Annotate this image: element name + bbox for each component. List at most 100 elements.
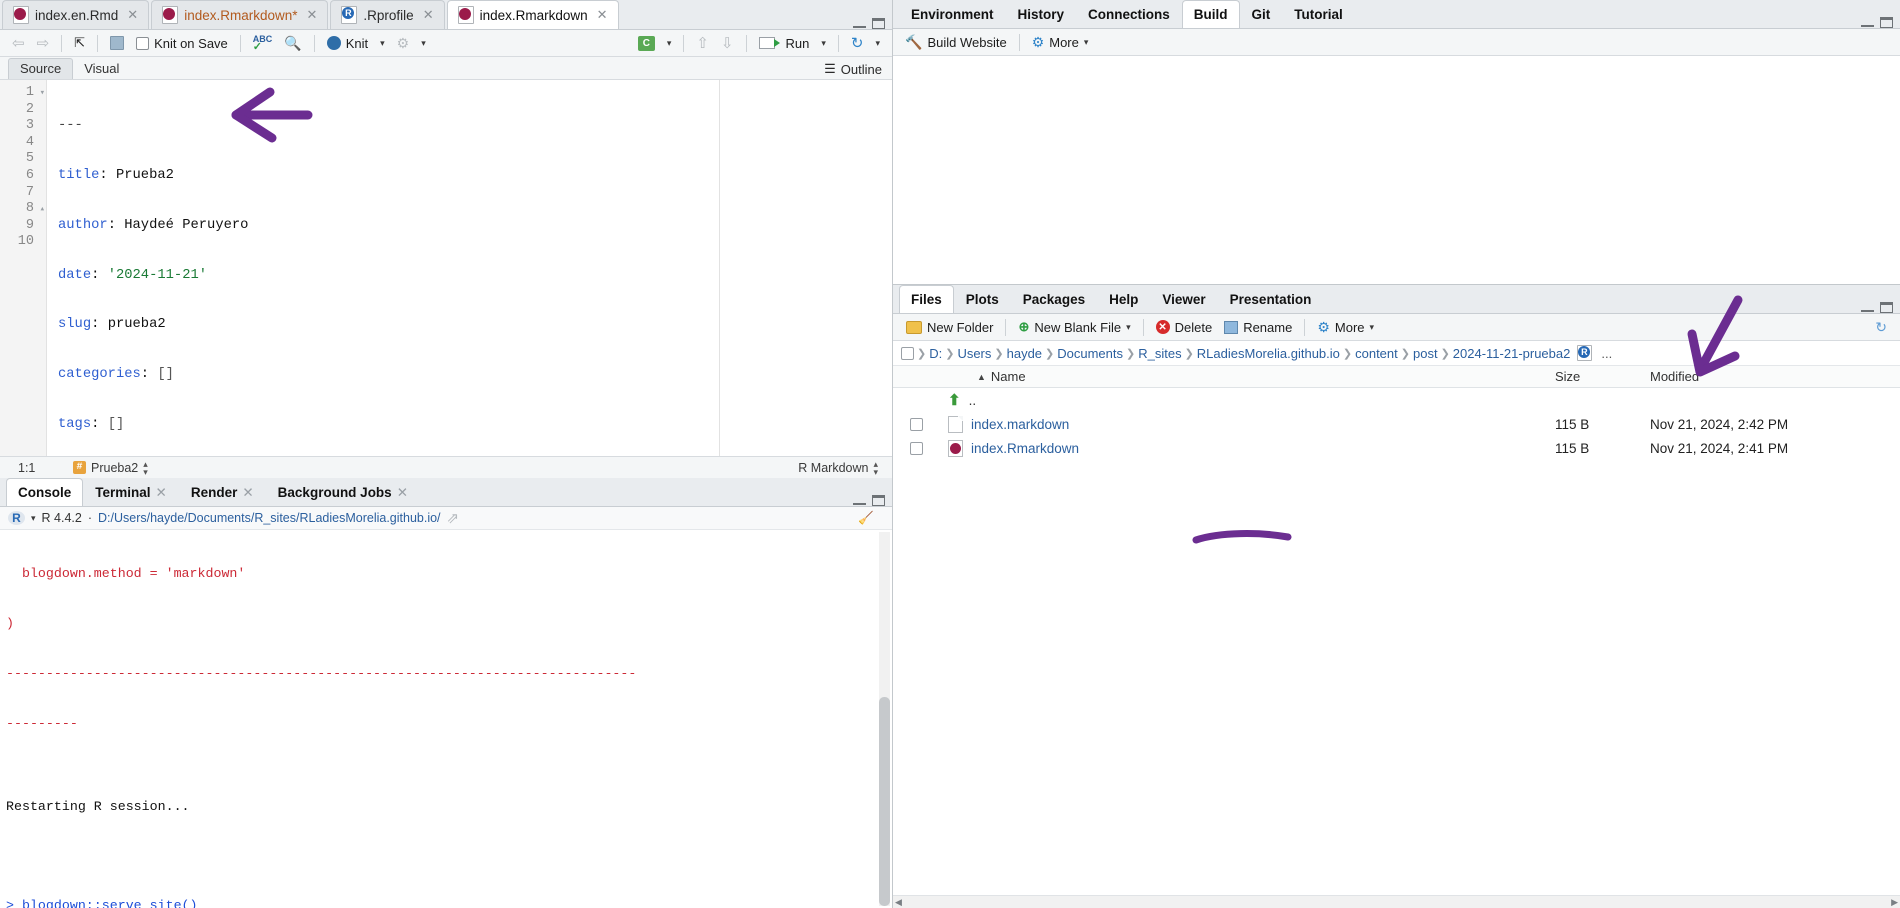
- tab-console[interactable]: Console: [6, 478, 84, 506]
- run-button[interactable]: Run: [753, 34, 816, 53]
- back-arrow-icon[interactable]: ⇦: [6, 32, 31, 54]
- tab-presentation[interactable]: Presentation: [1218, 285, 1324, 313]
- breadcrumb-item-documents[interactable]: Documents: [1057, 346, 1123, 361]
- find-replace-icon[interactable]: 🔍: [278, 33, 307, 54]
- minimize-pane-icon[interactable]: [853, 20, 866, 28]
- close-icon[interactable]: ✕: [597, 7, 608, 23]
- build-more-button[interactable]: ⚙ More ▾: [1026, 32, 1095, 53]
- close-icon[interactable]: ✕: [156, 485, 167, 501]
- maximize-pane-icon[interactable]: [872, 495, 885, 506]
- maximize-pane-icon[interactable]: [1880, 17, 1893, 28]
- outline-button[interactable]: ☰ Outline: [824, 61, 892, 79]
- scroll-right-icon[interactable]: ▶: [1891, 897, 1898, 908]
- refresh-icon[interactable]: ↻: [1875, 319, 1893, 336]
- rename-button[interactable]: Rename: [1218, 318, 1298, 337]
- knit-on-save-checkbox[interactable]: Knit on Save: [130, 34, 234, 53]
- gear-icon[interactable]: ⚙: [391, 33, 416, 54]
- tab-source[interactable]: Source: [8, 58, 74, 79]
- breadcrumb-item-content[interactable]: content: [1355, 346, 1398, 361]
- table-row-index-markdown[interactable]: index.markdown 115 B Nov 21, 2024, 2:42 …: [893, 412, 1900, 436]
- abc-spellcheck-icon[interactable]: ABC ✓: [247, 33, 279, 53]
- chevron-down-icon[interactable]: ▾: [31, 513, 36, 524]
- previous-chunk-icon[interactable]: ⇧: [690, 32, 715, 54]
- close-icon[interactable]: ✕: [397, 485, 408, 501]
- insert-chunk-icon[interactable]: C: [632, 34, 661, 53]
- open-in-new-window-icon[interactable]: ⇗: [447, 509, 460, 527]
- breadcrumb-item-users[interactable]: Users: [957, 346, 991, 361]
- document-scope-selector[interactable]: # Prueba2 ▴ ▾: [73, 459, 148, 476]
- table-row-parent-directory[interactable]: ⬆ ..: [893, 388, 1900, 412]
- row-name-cell[interactable]: ⬆ ..: [939, 391, 1555, 409]
- code-text[interactable]: --- title: Prueba2 author: Haydeé Peruye…: [47, 80, 720, 456]
- breadcrumb-item-post[interactable]: post: [1413, 346, 1438, 361]
- tab-build[interactable]: Build: [1181, 0, 1240, 28]
- console-scrollbar[interactable]: [879, 532, 890, 906]
- close-icon[interactable]: ✕: [242, 485, 253, 501]
- breadcrumb-item-d[interactable]: D:: [929, 346, 942, 361]
- maximize-pane-icon[interactable]: [1880, 302, 1893, 313]
- file-name-label[interactable]: index.Rmarkdown: [971, 441, 1079, 456]
- header-name[interactable]: ▲ Name: [939, 369, 1555, 384]
- run-dropdown-icon[interactable]: ▾: [815, 36, 832, 51]
- header-modified[interactable]: Modified: [1650, 369, 1900, 384]
- minimize-pane-icon[interactable]: [1861, 304, 1874, 312]
- table-row-index-rmarkdown[interactable]: index.Rmarkdown 115 B Nov 21, 2024, 2:41…: [893, 436, 1900, 460]
- tab-environment[interactable]: Environment: [899, 0, 1006, 28]
- save-icon[interactable]: [104, 34, 130, 52]
- tab-visual[interactable]: Visual: [73, 59, 130, 79]
- close-icon[interactable]: ✕: [423, 7, 434, 23]
- settings-dropdown-icon[interactable]: ▾: [415, 36, 432, 51]
- re-run-dropdown-icon[interactable]: ▾: [869, 36, 886, 51]
- knit-dropdown-icon[interactable]: ▾: [374, 36, 391, 51]
- new-folder-button[interactable]: New Folder: [900, 318, 999, 337]
- tab-connections[interactable]: Connections: [1076, 0, 1182, 28]
- working-directory-link[interactable]: D:/Users/hayde/Documents/R_sites/RLadies…: [98, 511, 441, 525]
- row-name-cell[interactable]: index.Rmarkdown: [939, 439, 1555, 457]
- file-type-selector[interactable]: R Markdown ▴ ▾: [798, 459, 892, 476]
- scrollbar-thumb[interactable]: [879, 696, 890, 906]
- breadcrumb-item-current-folder[interactable]: 2024-11-21-prueba2: [1453, 346, 1571, 361]
- minimize-pane-icon[interactable]: [1861, 19, 1874, 27]
- tab-tutorial[interactable]: Tutorial: [1282, 0, 1355, 28]
- checkbox-icon[interactable]: [909, 441, 923, 455]
- code-area[interactable]: 1 ▾ 2 3 4 5 6 7 8 ▴ 9 10 --- title: Prueba…: [0, 80, 892, 456]
- row-checkbox-cell[interactable]: [893, 417, 939, 431]
- breadcrumb-item-r-sites[interactable]: R_sites: [1138, 346, 1181, 361]
- tab-packages[interactable]: Packages: [1011, 285, 1097, 313]
- tab-files[interactable]: Files: [899, 285, 954, 313]
- editor-tab-index-rmarkdown[interactable]: index.Rmarkdown ✕: [446, 0, 619, 29]
- tab-render[interactable]: Render ✕: [179, 478, 266, 506]
- tab-git[interactable]: Git: [1240, 0, 1283, 28]
- checkbox-icon[interactable]: [909, 417, 923, 431]
- editor-tab-index-en-rmd[interactable]: index.en.Rmd ✕: [2, 0, 150, 29]
- select-all-checkbox[interactable]: [901, 346, 914, 360]
- close-icon[interactable]: ✕: [307, 7, 318, 23]
- files-more-button[interactable]: ⚙ More ▾: [1311, 317, 1380, 338]
- clear-console-icon[interactable]: 🧹: [858, 511, 884, 526]
- breadcrumb-item-hayde[interactable]: hayde: [1007, 346, 1042, 361]
- breadcrumb-overflow[interactable]: ...: [1601, 346, 1612, 361]
- breadcrumb-item-rladiesmorelia[interactable]: RLadiesMorelia.github.io: [1197, 346, 1340, 361]
- project-icon[interactable]: [1577, 345, 1593, 361]
- tab-history[interactable]: History: [1006, 0, 1077, 28]
- files-horizontal-scrollbar[interactable]: ◀ ▶: [893, 895, 1900, 908]
- forward-arrow-icon[interactable]: ⇨: [31, 32, 56, 54]
- build-website-button[interactable]: 🔨 Build Website: [899, 32, 1013, 53]
- header-size[interactable]: Size: [1555, 369, 1650, 384]
- maximize-pane-icon[interactable]: [872, 18, 885, 29]
- new-blank-file-button[interactable]: ⊕ New Blank File ▾: [1012, 317, 1136, 337]
- close-icon[interactable]: ✕: [127, 7, 138, 23]
- file-name-label[interactable]: index.markdown: [971, 417, 1069, 432]
- row-checkbox-cell[interactable]: [893, 441, 939, 455]
- tab-viewer[interactable]: Viewer: [1150, 285, 1217, 313]
- knit-button[interactable]: Knit: [321, 34, 374, 53]
- console-output[interactable]: blogdown.method = 'markdown' ) ---------…: [0, 530, 892, 908]
- delete-button[interactable]: ✕ Delete: [1150, 318, 1219, 337]
- next-chunk-icon[interactable]: ⇩: [715, 32, 740, 54]
- tab-terminal[interactable]: Terminal ✕: [83, 478, 179, 506]
- insert-chunk-dropdown-icon[interactable]: ▾: [661, 36, 678, 51]
- editor-tab-index-rmarkdown-modified[interactable]: index.Rmarkdown* ✕: [151, 0, 329, 29]
- tab-plots[interactable]: Plots: [954, 285, 1011, 313]
- editor-tab-rprofile[interactable]: .Rprofile ✕: [330, 0, 445, 29]
- re-run-icon[interactable]: ↻: [845, 32, 870, 54]
